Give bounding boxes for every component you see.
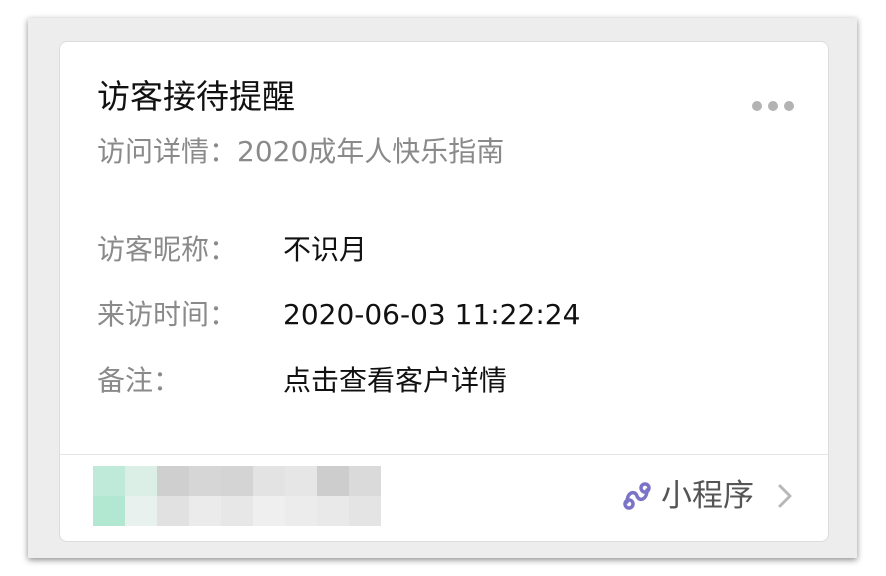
message-bubble: 访客接待提醒 访问详情：2020成年人快乐指南 访客昵称： 不识月 来访时间： …	[28, 18, 857, 558]
chevron-right-icon	[778, 484, 792, 508]
mini-program-label: 小程序	[661, 478, 754, 514]
card-title: 访客接待提醒	[97, 77, 295, 116]
visitor-reminder-card[interactable]: 访客接待提醒 访问详情：2020成年人快乐指南 访客昵称： 不识月 来访时间： …	[59, 41, 829, 542]
more-horizontal-icon[interactable]	[752, 100, 794, 112]
field-label: 访客昵称：	[97, 233, 238, 266]
more-dot	[784, 101, 794, 111]
field-value: 不识月	[283, 233, 368, 266]
blurred-thumbnail	[93, 466, 381, 526]
more-dot	[752, 101, 762, 111]
card-subtitle: 访问详情：2020成年人快乐指南	[97, 135, 505, 168]
mini-program-link-icon	[623, 482, 651, 510]
mini-program-link[interactable]: 小程序	[621, 476, 794, 516]
field-label: 来访时间：	[97, 298, 238, 331]
more-dot	[768, 101, 778, 111]
field-value: 点击查看客户详情	[283, 364, 508, 397]
footer-divider	[60, 454, 828, 455]
field-label: 备注：	[97, 364, 182, 397]
field-value: 2020-06-03 11:22:24	[283, 298, 581, 331]
